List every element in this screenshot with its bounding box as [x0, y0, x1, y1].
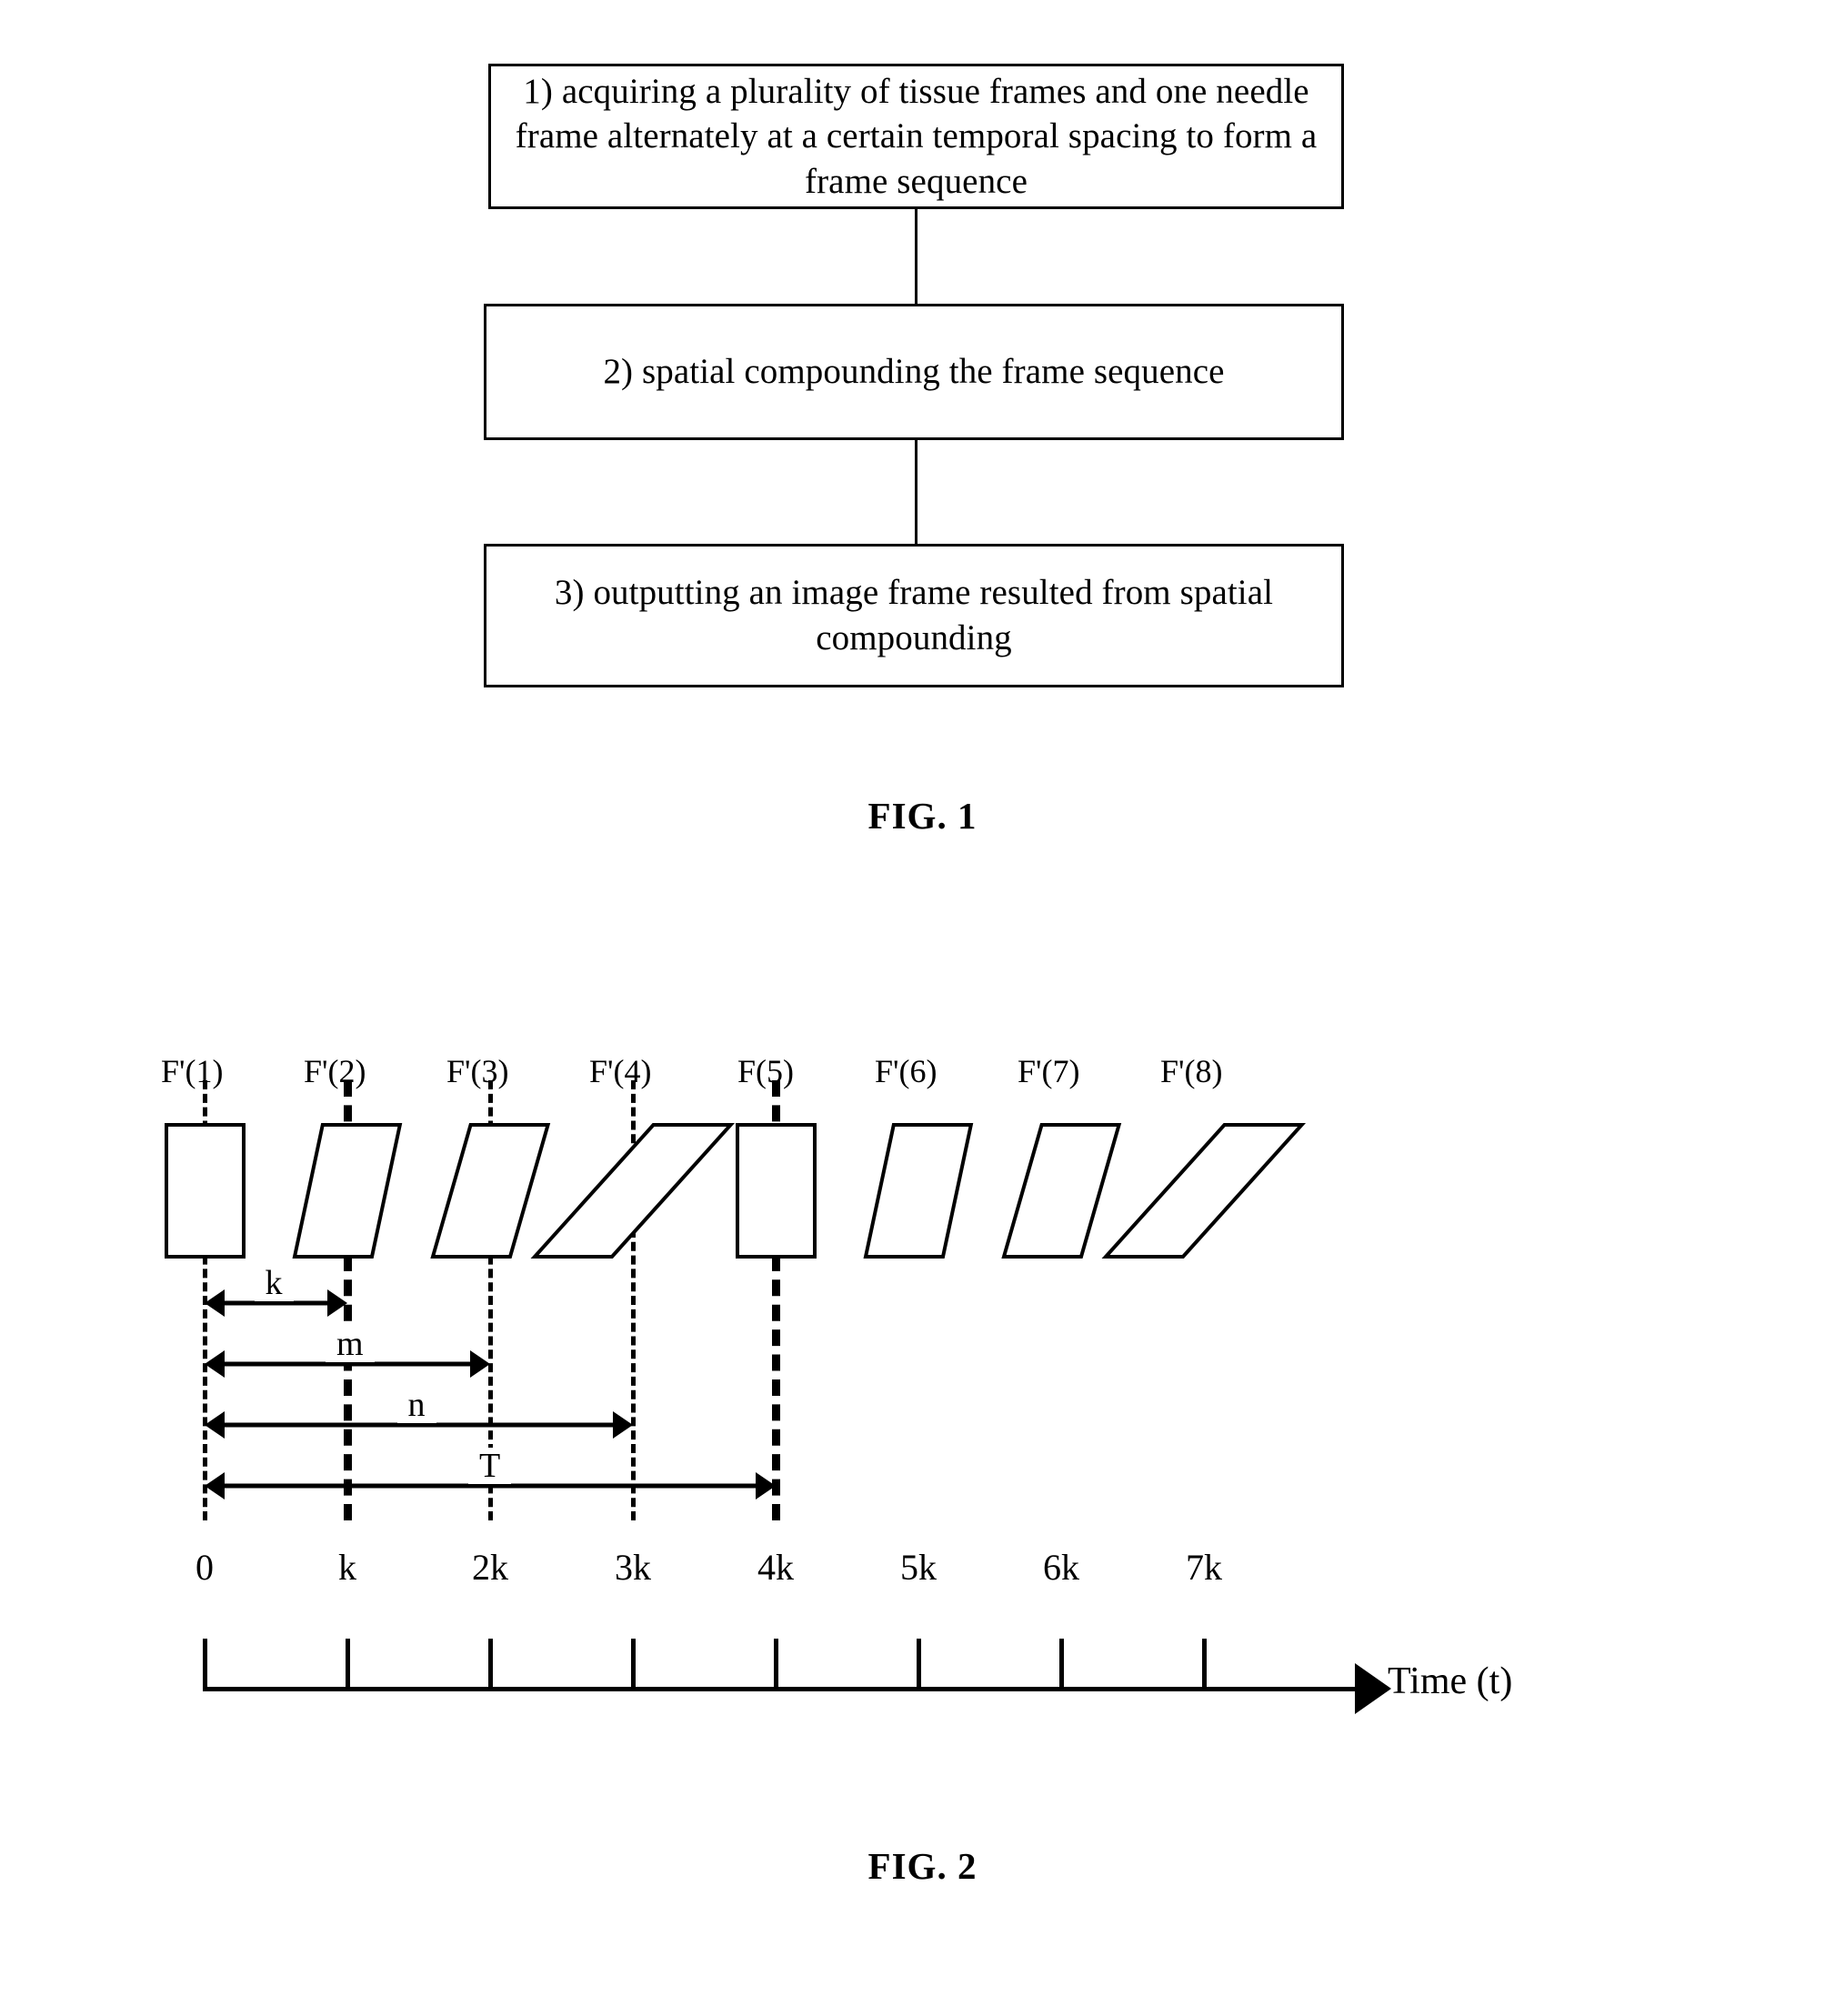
axis-tick-2: [488, 1639, 493, 1689]
tick-label-5: 5k: [900, 1547, 937, 1588]
frame-label-1: F'(1): [161, 1053, 224, 1089]
interval-n-measure: n: [205, 1387, 633, 1445]
frame-label-6: F'(6): [875, 1053, 938, 1089]
tick-label-3: 3k: [615, 1547, 651, 1588]
frame-label-8: F'(8): [1160, 1053, 1223, 1089]
frame-shape-4-tissue: [529, 1119, 737, 1262]
frame-shape-1-needle: [161, 1119, 249, 1262]
frame-label-7: F'(7): [1018, 1053, 1080, 1089]
tick-label-2: 2k: [472, 1547, 508, 1588]
tick-label-7: 7k: [1186, 1547, 1222, 1588]
tick-label-6: 6k: [1043, 1547, 1079, 1588]
figure-2: F'(1) F'(2) F'(3) F'(4) F(5) F'(6) F'(7) F'(8) …: [0, 0, 1845, 2016]
time-axis-line: [203, 1687, 1360, 1691]
frame-shape-5-needle: [732, 1119, 820, 1262]
interval-label-m: m: [326, 1326, 375, 1362]
interval-label-T: T: [468, 1448, 512, 1484]
axis-tick-0: [203, 1639, 207, 1689]
axis-tick-4: [774, 1639, 778, 1689]
frame-shape-6-tissue: [860, 1119, 977, 1262]
frame-shape-2-tissue: [289, 1119, 406, 1262]
time-axis-arrowhead-icon: [1355, 1663, 1391, 1714]
tick-label-0: 0: [196, 1547, 214, 1588]
frame-label-4: F'(4): [589, 1053, 652, 1089]
interval-k-measure: k: [205, 1265, 347, 1323]
interval-label-k: k: [254, 1265, 294, 1301]
axis-tick-7: [1202, 1639, 1207, 1689]
figure-2-caption: FIG. 2: [867, 1845, 978, 1887]
frame-label-3: F'(3): [446, 1053, 509, 1089]
axis-tick-6: [1059, 1639, 1064, 1689]
axis-tick-3: [631, 1639, 636, 1689]
frame-label-2: F'(2): [304, 1053, 366, 1089]
axis-tick-1: [346, 1639, 350, 1689]
axis-tick-5: [917, 1639, 921, 1689]
tick-label-1: k: [338, 1547, 356, 1588]
interval-m-measure: m: [205, 1326, 490, 1384]
tick-label-4: 4k: [757, 1547, 794, 1588]
frame-label-5: F(5): [737, 1053, 794, 1089]
time-axis-label: Time (t): [1388, 1660, 1513, 1702]
frame-shape-8-tissue: [1100, 1119, 1308, 1262]
interval-T-measure: T: [205, 1448, 776, 1506]
interval-label-n: n: [396, 1387, 436, 1423]
